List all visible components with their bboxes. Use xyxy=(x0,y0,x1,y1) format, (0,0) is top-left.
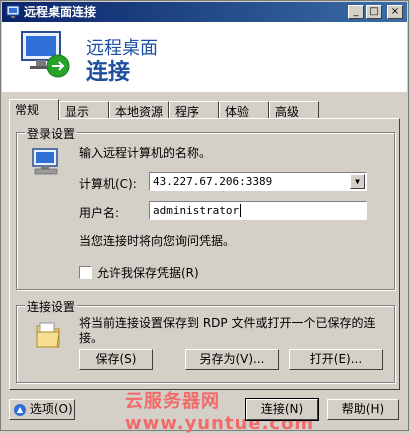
tab-general[interactable]: 常规 xyxy=(9,99,59,120)
credentials-hint: 当您连接时将向您询问凭据。 xyxy=(79,234,236,248)
help-button[interactable]: 帮助(H) xyxy=(327,399,399,420)
folder-icon xyxy=(36,322,60,348)
close-button[interactable]: × xyxy=(387,5,403,19)
save-credentials-checkbox[interactable] xyxy=(79,266,92,279)
maximize-button[interactable]: □ xyxy=(366,5,382,19)
banner-line2: 连接 xyxy=(86,60,131,85)
general-tab-panel: 登录设置 输入远程计算机的名称。 计算机(C): 43.227.67.206:3… xyxy=(9,118,400,390)
options-button[interactable]: ▲ 选项(O) xyxy=(9,399,75,420)
remote-desktop-logo-icon xyxy=(21,31,70,78)
username-value: administrator xyxy=(153,204,240,217)
open-button[interactable]: 打开(E)... xyxy=(289,349,383,370)
minimize-button[interactable]: _ xyxy=(348,5,364,19)
connection-description: 将当前连接设置保存到 RDP 文件或打开一个已保存的连接。 xyxy=(79,316,376,345)
banner: 远程桌面 连接 xyxy=(2,22,407,92)
tab-experience[interactable]: 体验 xyxy=(219,101,269,119)
chevron-down-icon[interactable]: ▼ xyxy=(350,174,365,189)
username-input[interactable]: administrator xyxy=(149,201,367,220)
save-credentials-label[interactable]: 允许我保存凭据(R) xyxy=(97,264,199,281)
title-bar[interactable]: 远程桌面连接 _ □ × xyxy=(2,2,407,22)
tab-display[interactable]: 显示 xyxy=(59,101,109,119)
chevron-up-icon: ▲ xyxy=(14,403,26,416)
window-title: 远程桌面连接 xyxy=(24,5,97,19)
connection-group-label: 连接设置 xyxy=(25,298,78,315)
rdp-app-icon xyxy=(6,5,20,18)
computer-name-prompt: 输入远程计算机的名称。 xyxy=(79,146,212,160)
computer-combobox[interactable]: 43.227.67.206:3389 ▼ xyxy=(149,172,367,191)
computer-value: 43.227.67.206:3389 xyxy=(153,175,273,188)
login-group-label: 登录设置 xyxy=(25,125,78,142)
computer-label: 计算机(C): xyxy=(79,177,137,191)
save-button[interactable]: 保存(S) xyxy=(79,349,153,370)
connect-button[interactable]: 连接(N) xyxy=(245,398,319,421)
save-as-button[interactable]: 另存为(V)... xyxy=(185,349,279,370)
tab-programs[interactable]: 程序 xyxy=(169,101,219,119)
tab-advanced[interactable]: 高级 xyxy=(269,101,319,119)
computer-icon xyxy=(32,148,58,175)
options-label: 选项(O) xyxy=(29,402,73,416)
connection-settings-group: 连接设置 将当前连接设置保存到 RDP 文件或打开一个已保存的连接。 保存(S)… xyxy=(16,298,395,383)
tab-local-resources[interactable]: 本地资源 xyxy=(109,101,169,119)
rdp-window: 远程桌面连接 _ □ × 远程桌面 连接 常规 显示 本地资源 程序 体验 高级… xyxy=(0,0,409,434)
username-label: 用户名: xyxy=(79,206,120,220)
login-settings-group: 登录设置 输入远程计算机的名称。 计算机(C): 43.227.67.206:3… xyxy=(16,125,395,290)
